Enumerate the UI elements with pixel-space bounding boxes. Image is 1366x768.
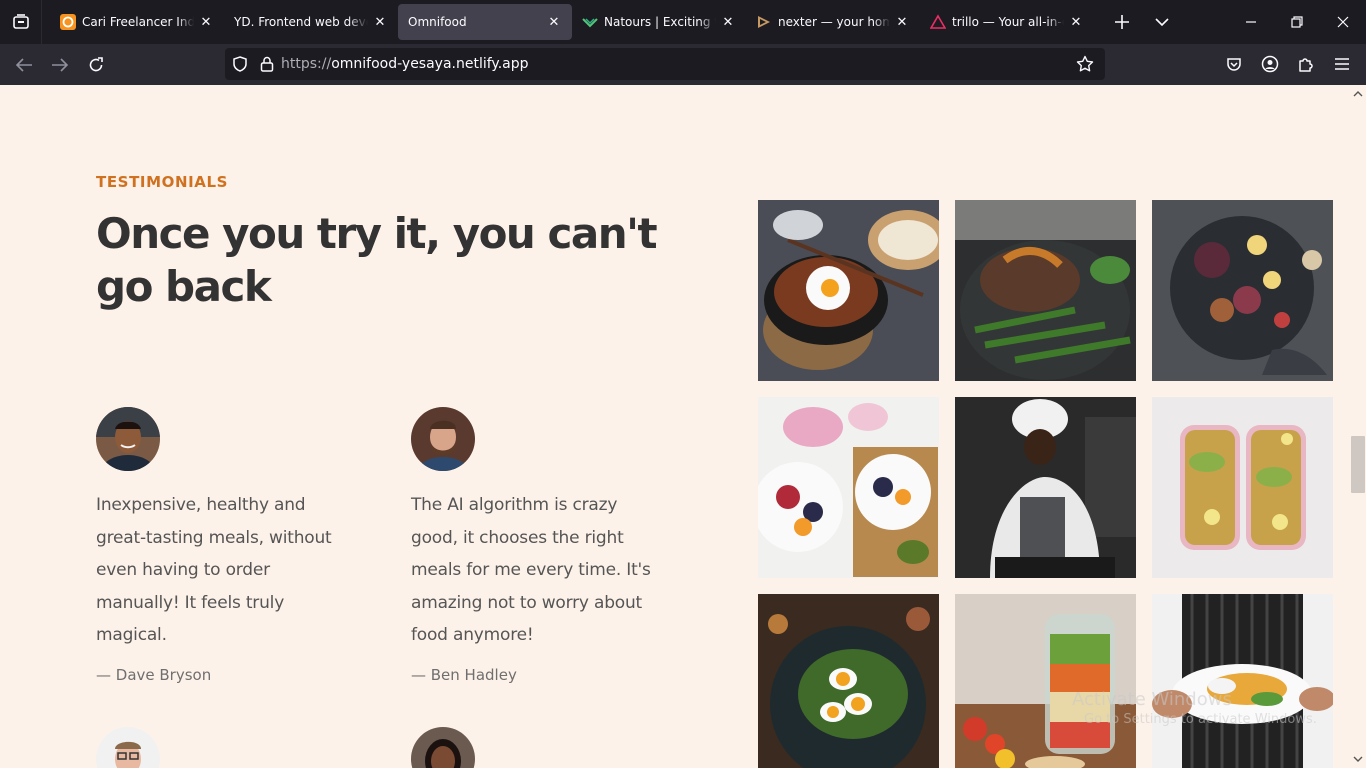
testimonial-card: Inexpensive, healthy and great-tasting m…	[96, 407, 356, 684]
vertical-scrollbar[interactable]	[1350, 85, 1366, 768]
minimize-icon	[1246, 21, 1256, 23]
close-tab-icon[interactable]: ✕	[372, 14, 388, 30]
testimonial-quote: The AI algorithm is crazy good, it choos…	[411, 495, 651, 645]
close-tab-icon[interactable]: ✕	[894, 14, 910, 30]
egg-salad-photo	[758, 594, 939, 768]
tab-title: Cari Freelancer Indonesia	[82, 15, 194, 29]
avatar-dave	[96, 407, 160, 471]
restore-icon	[1291, 16, 1303, 28]
close-tab-icon[interactable]: ✕	[720, 14, 736, 30]
steak-photo	[955, 200, 1136, 381]
firefox-view-icon	[12, 14, 29, 29]
testimonial-card	[96, 727, 346, 768]
list-all-tabs-button[interactable]	[1144, 4, 1180, 40]
testimonial-card	[411, 727, 661, 768]
tab-trillo[interactable]: trillo — Your all-in-one ✕	[920, 4, 1094, 40]
forward-button[interactable]	[42, 49, 78, 81]
lock-icon[interactable]	[255, 48, 279, 80]
testimonial-author: — Dave Bryson	[96, 665, 212, 684]
account-icon	[1261, 55, 1279, 73]
testimonial-author: — Ben Hadley	[411, 665, 517, 684]
extensions-button[interactable]	[1288, 48, 1324, 80]
bibimbap-photo	[758, 200, 939, 381]
toolbar-actions	[1216, 48, 1360, 80]
tab-title: trillo — Your all-in-one	[952, 15, 1064, 29]
food-gallery	[758, 200, 1333, 768]
menu-button[interactable]	[1324, 48, 1360, 80]
url-protocol: https://	[281, 56, 332, 72]
minimize-button[interactable]	[1228, 0, 1274, 44]
tab-natours[interactable]: Natours | Exciting tours ✕	[572, 4, 746, 40]
testimonial-card: The AI algorithm is crazy good, it choos…	[411, 407, 661, 684]
hamburger-menu-icon	[1335, 58, 1349, 70]
watermark-title: Activate Windows	[1072, 689, 1232, 710]
pocket-icon	[1227, 58, 1241, 71]
tab-omnifood[interactable]: Omnifood ✕	[398, 4, 572, 40]
close-window-button[interactable]	[1320, 0, 1366, 44]
back-arrow-icon	[15, 57, 32, 72]
tab-title: YD. Frontend web developer	[234, 15, 368, 29]
page-viewport: Testimonials Once you try it, you can't …	[0, 85, 1350, 768]
tab-title: nexter — your home, your	[778, 15, 890, 29]
natours-favicon-icon	[582, 14, 598, 30]
chef-photo	[955, 397, 1136, 578]
tab-title: Natours | Exciting tours	[604, 15, 716, 29]
chef-plate-photo	[1152, 594, 1333, 768]
testimonial-quote: Inexpensive, healthy and great-tasting m…	[96, 495, 332, 645]
section-heading: Once you try it, you can't go back	[96, 209, 658, 311]
nav-toolbar: https://omnifood-yesaya.netlify.app	[0, 44, 1366, 85]
windows-activation-watermark: Activate Windows Go to Settings to activ…	[1072, 689, 1317, 727]
new-tab-button[interactable]	[1104, 4, 1140, 40]
pocket-button[interactable]	[1216, 48, 1252, 80]
fruit-bowls-photo	[758, 397, 939, 578]
back-button[interactable]	[6, 49, 42, 81]
reload-button[interactable]	[78, 49, 114, 81]
url-host: omnifood-yesaya.netlify.app	[331, 56, 529, 72]
close-tab-icon[interactable]: ✕	[546, 14, 562, 30]
scroll-down-arrow-icon[interactable]	[1350, 752, 1366, 766]
window-controls	[1228, 0, 1366, 44]
section-subheading: Testimonials	[96, 173, 229, 191]
tab-bar: Cari Freelancer Indonesia ✕ YD. Frontend…	[0, 0, 1366, 44]
avatar-fourth	[411, 727, 475, 768]
scroll-up-arrow-icon[interactable]	[1350, 87, 1366, 101]
chevron-down-icon	[1155, 18, 1169, 27]
bookmark-star-button[interactable]	[1071, 48, 1099, 80]
tab-yd-frontend[interactable]: YD. Frontend web developer ✕	[224, 4, 398, 40]
avatar-ben	[411, 407, 475, 471]
tab-nexter[interactable]: nexter — your home, your ✕	[746, 4, 920, 40]
figs-platter-photo	[1152, 200, 1333, 381]
close-tab-icon[interactable]: ✕	[1068, 14, 1084, 30]
reload-icon	[89, 56, 103, 71]
star-icon	[1076, 55, 1094, 72]
trillo-favicon-icon	[930, 14, 946, 30]
tab-cari-freelancer[interactable]: Cari Freelancer Indonesia ✕	[50, 4, 224, 40]
watermark-subtitle: Go to Settings to activate Windows.	[1084, 712, 1317, 727]
scrollbar-thumb[interactable]	[1351, 436, 1365, 493]
meal-prep-photo	[1152, 397, 1333, 578]
forward-arrow-icon	[52, 57, 69, 72]
url-text[interactable]: https://omnifood-yesaya.netlify.app	[281, 56, 529, 72]
close-icon	[1337, 16, 1349, 28]
url-bar[interactable]: https://omnifood-yesaya.netlify.app	[225, 48, 1105, 80]
account-button[interactable]	[1252, 48, 1288, 80]
nexter-favicon-icon	[756, 14, 772, 30]
puzzle-icon	[1299, 58, 1313, 72]
avatar-third	[96, 727, 160, 768]
plus-icon	[1115, 15, 1129, 29]
close-tab-icon[interactable]: ✕	[198, 14, 214, 30]
restore-button[interactable]	[1274, 0, 1320, 44]
tab-title: Omnifood	[408, 15, 467, 29]
projects-favicon-icon	[60, 14, 76, 30]
tracking-protection-icon[interactable]	[225, 48, 255, 80]
salad-jar-photo	[955, 594, 1136, 768]
firefox-view-button[interactable]	[0, 0, 42, 44]
